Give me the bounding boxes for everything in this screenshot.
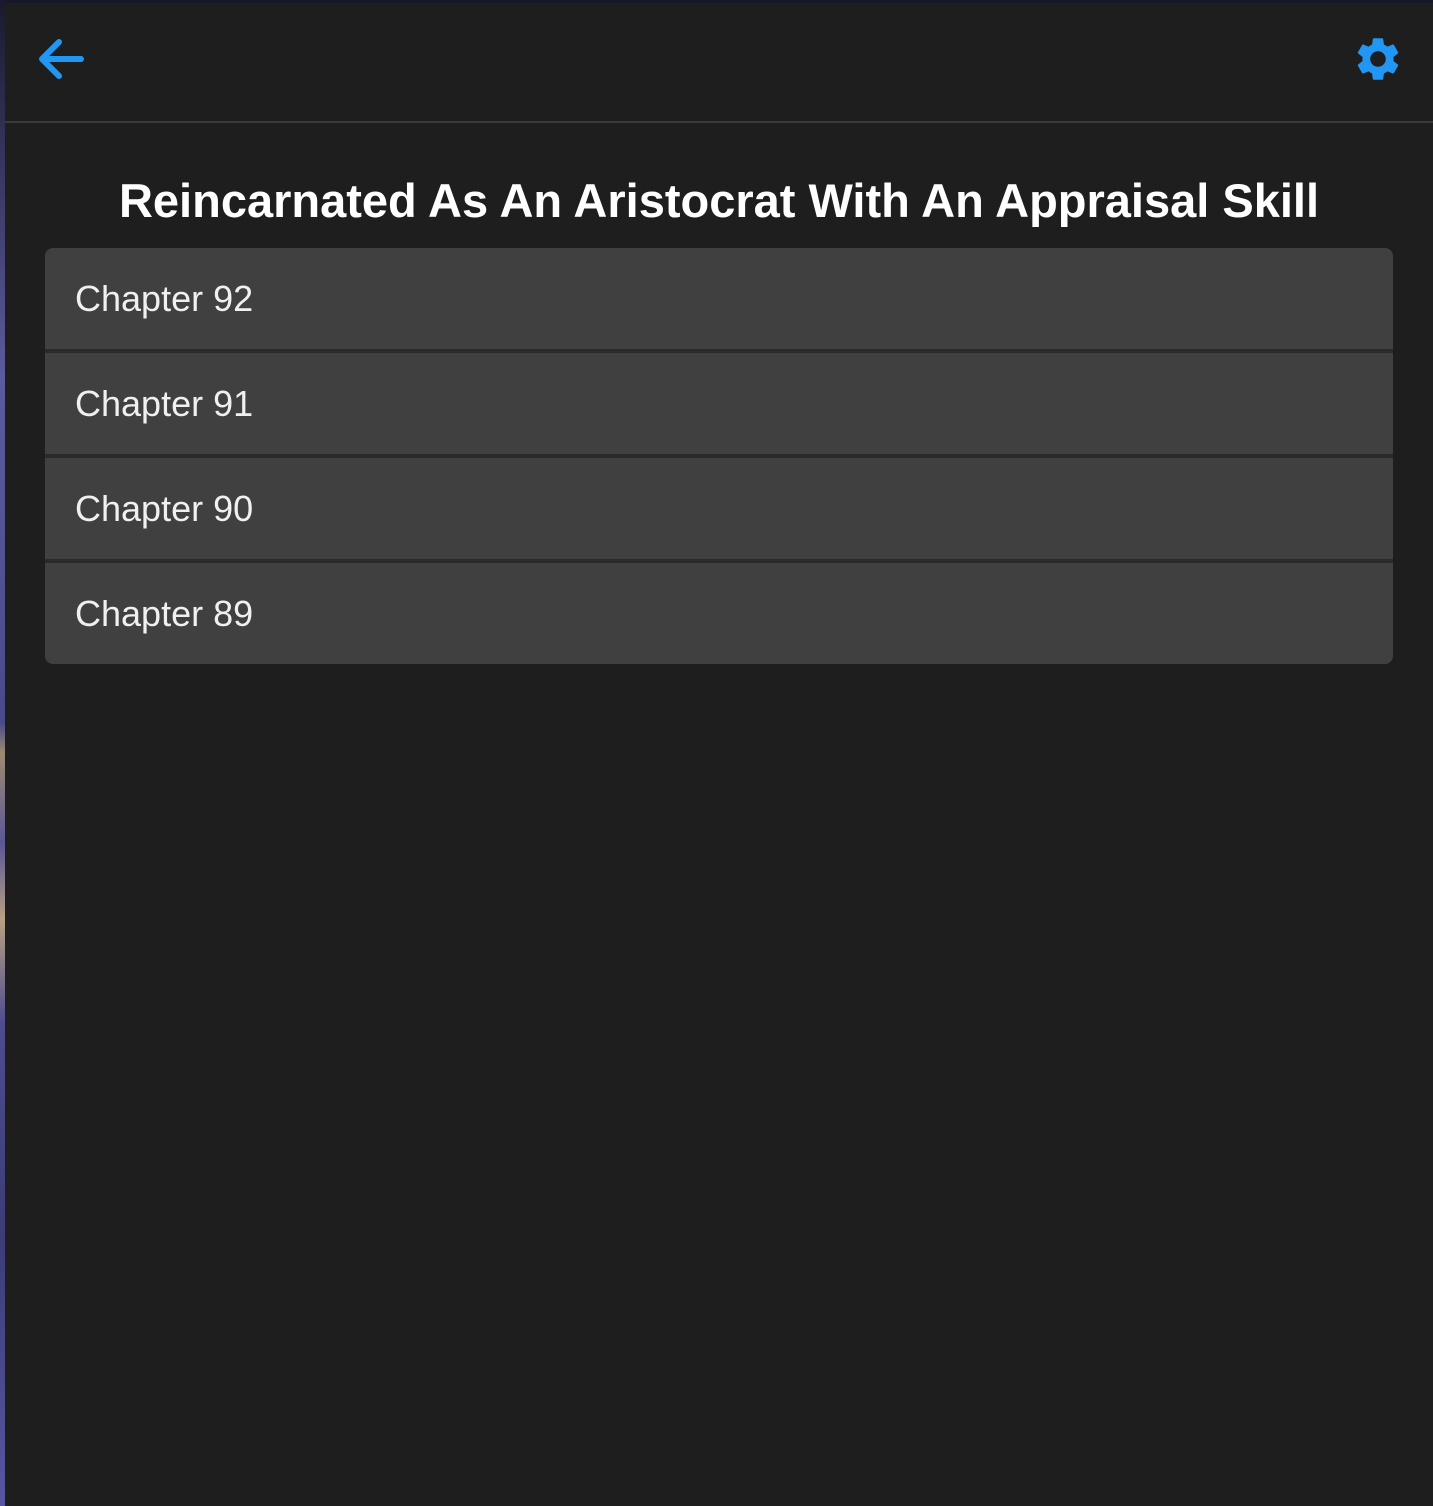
chapter-item[interactable]: Chapter 92	[45, 248, 1393, 353]
manga-title: Reincarnated As An Aristocrat With An Ap…	[118, 174, 1320, 227]
chapter-list-screen: Reincarnated As An Aristocrat With An Ap…	[5, 3, 1433, 1506]
back-button[interactable]	[30, 31, 90, 87]
arrow-left-icon	[39, 39, 84, 79]
chapter-item[interactable]: Chapter 91	[45, 353, 1393, 458]
gear-icon	[1357, 38, 1399, 80]
chapter-item[interactable]: Chapter 90	[45, 458, 1393, 563]
chapter-item[interactable]: Chapter 89	[45, 563, 1393, 664]
top-bar	[5, 3, 1433, 123]
settings-button[interactable]	[1345, 29, 1411, 89]
chapter-list: Chapter 92 Chapter 91 Chapter 90 Chapter…	[45, 248, 1393, 664]
